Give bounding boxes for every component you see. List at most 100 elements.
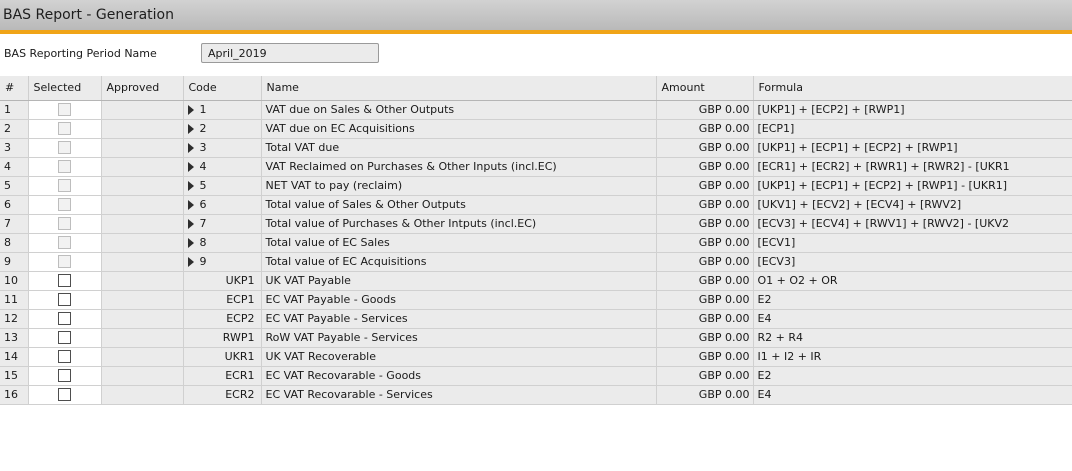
- approved-cell: [101, 366, 184, 386]
- formula-cell: E4: [753, 309, 1072, 329]
- selected-cell[interactable]: [28, 271, 102, 291]
- table-row[interactable]: 6 6 Total value of Sales & Other Outputs GB…: [0, 195, 1072, 215]
- period-name-input[interactable]: [201, 43, 379, 63]
- table-row[interactable]: 13 RWP1 RoW VAT Payable - Services GBP 0.00…: [0, 328, 1072, 348]
- table-row[interactable]: 10 UKP1 UK VAT Payable GBP 0.00 O1 + O2 + OR: [0, 271, 1072, 291]
- selected-cell[interactable]: [28, 138, 102, 158]
- column-header-formula[interactable]: Formula: [753, 76, 1072, 101]
- expand-arrow-icon[interactable]: [187, 181, 194, 191]
- code-cell[interactable]: 3: [183, 138, 262, 158]
- code-cell[interactable]: 5: [183, 176, 262, 196]
- table-row[interactable]: 14 UKR1 UK VAT Recoverable GBP 0.00 I1 + I2 …: [0, 347, 1072, 367]
- selected-cell[interactable]: [28, 100, 102, 120]
- table-row[interactable]: 5 5 NET VAT to pay (reclaim) GBP 0.00 [UKP1]…: [0, 176, 1072, 196]
- selected-cell[interactable]: [28, 252, 102, 272]
- code-cell[interactable]: 9: [183, 252, 262, 272]
- expand-arrow-icon[interactable]: [187, 219, 194, 229]
- approved-cell: [101, 252, 184, 272]
- code-cell[interactable]: 6: [183, 195, 262, 215]
- table-row[interactable]: 15 ECR1 EC VAT Recovarable - Goods GBP 0.00…: [0, 366, 1072, 386]
- expand-arrow-icon[interactable]: [187, 105, 194, 115]
- row-number: 9: [0, 252, 29, 272]
- name-cell: VAT Reclaimed on Purchases & Other Input…: [261, 157, 657, 177]
- column-header-amount[interactable]: Amount: [656, 76, 754, 101]
- selected-cell[interactable]: [28, 119, 102, 139]
- approved-cell: [101, 157, 184, 177]
- selected-checkbox[interactable]: [58, 369, 71, 383]
- table-row[interactable]: 2 2 VAT due on EC Acquisitions GBP 0.00 [ECP…: [0, 119, 1072, 139]
- name-cell: Total value of Purchases & Other Intputs…: [261, 214, 657, 234]
- formula-cell: [UKP1] + [ECP1] + [ECP2] + [RWP1] - [UKR…: [753, 176, 1072, 196]
- table-row[interactable]: 16 ECR2 EC VAT Recovarable - Services GBP 0…: [0, 385, 1072, 405]
- table-row[interactable]: 9 9 Total value of EC Acquisitions GBP 0.00…: [0, 252, 1072, 272]
- row-number: 3: [0, 138, 29, 158]
- table-row[interactable]: 7 7 Total value of Purchases & Other Intpu…: [0, 214, 1072, 234]
- selected-checkbox: [58, 160, 71, 174]
- selected-checkbox: [58, 217, 71, 231]
- selected-cell[interactable]: [28, 233, 102, 253]
- column-header-approved[interactable]: Approved: [101, 76, 184, 101]
- formula-cell: E4: [753, 385, 1072, 405]
- title-accent-bar: [0, 30, 1072, 34]
- formula-cell: [ECV3] + [ECV4] + [RWV1] + [RWV2] - [UKV…: [753, 214, 1072, 234]
- code-value: ECP2: [226, 312, 255, 325]
- selected-cell[interactable]: [28, 385, 102, 405]
- code-cell[interactable]: 1: [183, 100, 262, 120]
- column-header-selected[interactable]: Selected: [28, 76, 102, 101]
- selected-checkbox[interactable]: [58, 312, 71, 326]
- selected-checkbox[interactable]: [58, 350, 71, 364]
- code-value: 7: [199, 217, 207, 230]
- formula-cell: E2: [753, 366, 1072, 386]
- selected-cell[interactable]: [28, 176, 102, 196]
- name-cell: VAT due on Sales & Other Outputs: [261, 100, 657, 120]
- selected-cell[interactable]: [28, 214, 102, 234]
- amount-cell: GBP 0.00: [656, 347, 754, 367]
- row-number: 4: [0, 157, 29, 177]
- expand-arrow-icon[interactable]: [187, 238, 194, 248]
- table-row[interactable]: 3 3 Total VAT due GBP 0.00 [UKP1] + [ECP1] +…: [0, 138, 1072, 158]
- expand-arrow-icon[interactable]: [187, 257, 194, 267]
- table-row[interactable]: 8 8 Total value of EC Sales GBP 0.00 [ECV1]: [0, 233, 1072, 253]
- selected-cell[interactable]: [28, 290, 102, 310]
- code-cell[interactable]: 4: [183, 157, 262, 177]
- name-cell: Total value of EC Acquisitions: [261, 252, 657, 272]
- code-cell: ECR1: [183, 366, 262, 386]
- code-value: RWP1: [222, 331, 255, 344]
- code-cell[interactable]: 8: [183, 233, 262, 253]
- expand-arrow-icon[interactable]: [187, 162, 194, 172]
- amount-cell: GBP 0.00: [656, 100, 754, 120]
- approved-cell: [101, 385, 184, 405]
- formula-cell: R2 + R4: [753, 328, 1072, 348]
- code-cell[interactable]: 7: [183, 214, 262, 234]
- amount-cell: GBP 0.00: [656, 214, 754, 234]
- expand-arrow-icon[interactable]: [187, 200, 194, 210]
- code-value: UKR1: [224, 350, 255, 363]
- selected-checkbox[interactable]: [58, 331, 71, 345]
- table-row[interactable]: 12 ECP2 EC VAT Payable - Services GBP 0.00 E…: [0, 309, 1072, 329]
- table-row[interactable]: 1 1 VAT due on Sales & Other Outputs GBP 0.…: [0, 100, 1072, 120]
- selected-checkbox[interactable]: [58, 274, 71, 288]
- selected-cell[interactable]: [28, 157, 102, 177]
- table-row[interactable]: 4 4 VAT Reclaimed on Purchases & Other Inp…: [0, 157, 1072, 177]
- row-number: 6: [0, 195, 29, 215]
- code-value: ECP1: [226, 293, 255, 306]
- column-header-code[interactable]: Code: [183, 76, 262, 101]
- selected-cell[interactable]: [28, 309, 102, 329]
- code-cell: ECR2: [183, 385, 262, 405]
- expand-arrow-icon[interactable]: [187, 124, 194, 134]
- approved-cell: [101, 100, 184, 120]
- approved-cell: [101, 328, 184, 348]
- selected-cell[interactable]: [28, 347, 102, 367]
- selected-cell[interactable]: [28, 328, 102, 348]
- code-cell[interactable]: 2: [183, 119, 262, 139]
- code-value: 6: [199, 198, 207, 211]
- column-header-number[interactable]: #: [0, 76, 29, 101]
- row-number: 2: [0, 119, 29, 139]
- expand-arrow-icon[interactable]: [187, 143, 194, 153]
- selected-cell[interactable]: [28, 195, 102, 215]
- selected-checkbox[interactable]: [58, 388, 71, 402]
- selected-cell[interactable]: [28, 366, 102, 386]
- selected-checkbox[interactable]: [58, 293, 71, 307]
- table-row[interactable]: 11 ECP1 EC VAT Payable - Goods GBP 0.00 E2: [0, 290, 1072, 310]
- column-header-name[interactable]: Name: [261, 76, 657, 101]
